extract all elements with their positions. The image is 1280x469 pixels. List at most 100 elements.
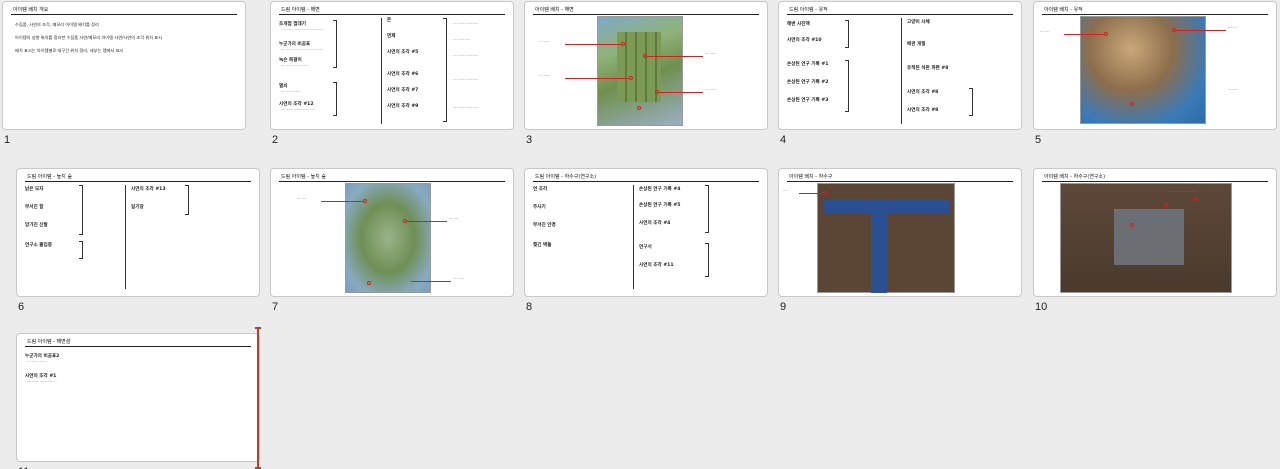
group-brace (845, 60, 849, 112)
title-rule (279, 181, 505, 182)
slide-number: 7 (272, 301, 279, 313)
slide-item: 부서진 함 (25, 205, 44, 210)
callout-label: ········ (1228, 88, 1238, 92)
group-brace (79, 185, 83, 235)
slide-item: 손상된 연구 기록 #2 (787, 80, 829, 85)
slide-text: 아이템의 성향 위치를 정리한 수집품 사연/메모리 아이템 사연/사연의 조각… (15, 35, 163, 40)
callout-line (411, 281, 451, 282)
slide-7[interactable]: 드림 아이템 - 늪지 숲 ········ ········ ········… (270, 168, 514, 313)
slide-text: 배치 표시는 아이템별로 대구간 위치 정리, 세부는 맵에서 표시 (15, 48, 124, 53)
sewer-channel-horizontal (823, 199, 949, 213)
slide-item: 해변 사진액 (787, 22, 810, 27)
slide-title: 드림 아이템 - 하수구(연구소) (535, 174, 597, 180)
slide-note: ·························· (27, 380, 57, 384)
slide-item: 사연의 조각 #5 (387, 50, 419, 55)
item-marker (367, 281, 371, 285)
callout-line (565, 78, 629, 79)
callout-line (407, 221, 447, 222)
column-divider (901, 18, 902, 124)
slide-thumbnail[interactable]: 드림 아이템 - 늪지 숲 ········ ········ ········… (270, 168, 514, 297)
slide-text: 수집품, 사연의 조각, 메모리 아이템 배치를 정리 (15, 22, 99, 27)
slide-number: 5 (1035, 134, 1042, 146)
slide-9[interactable]: 아이템 배치 - 하수구 ····· 9 (778, 168, 1022, 313)
slide-thumbnail[interactable]: 드림 아이템 - 늪지 숲 낡은 모자 부서진 함 망가진 신발 연구소 출입증… (16, 168, 260, 297)
slide-11[interactable]: 드림 아이템 - 해변섬 누군가의 비공표2 ·················… (16, 333, 260, 469)
callout-line (659, 92, 703, 93)
slide-title: 드림 아이템 - 해변 (281, 7, 320, 13)
slide-4[interactable]: 드림 아이템 - 유적 해변 사진액 사연의 조각 #10 손상된 연구 기록 … (778, 1, 1022, 146)
lab-floor (1114, 209, 1184, 265)
slide-item: 사연의 조각 #9 (387, 104, 419, 109)
callout-label: ·········· (705, 88, 717, 92)
column-divider (633, 185, 634, 289)
ruins-map-image (1080, 16, 1206, 124)
title-rule (533, 14, 759, 15)
slide-title: 드림 아이템 - 유적 (789, 7, 828, 13)
title-rule (1042, 14, 1268, 15)
slide-thumbnail[interactable]: 아이템 배치 - 하수구 ····· (778, 168, 1022, 297)
slide-title: 드림 아이템 - 해변섬 (27, 339, 71, 345)
slide-note: ······················ (453, 54, 479, 58)
slide-5[interactable]: 아이템 배치 - 유적 ········ ········ ········ 5 (1033, 1, 1277, 146)
slide-note: ······················ (453, 78, 479, 82)
item-marker (363, 199, 367, 203)
slide-item: 부서진 안경 (533, 223, 556, 228)
item-marker (823, 191, 827, 195)
swamp-map-image (345, 183, 431, 293)
slide-item: 사연의 조각 #10 (787, 38, 822, 43)
slide-item: 연구서 (639, 245, 652, 250)
slide-6[interactable]: 드림 아이템 - 늪지 숲 낡은 모자 부서진 함 망가진 신발 연구소 출입증… (16, 168, 260, 313)
slide-note: ······················ (453, 22, 479, 26)
group-brace (705, 185, 709, 233)
slide-thumbnail[interactable]: 아이템 배치 - 유적 ········ ········ ········ (1033, 1, 1277, 130)
item-marker (629, 76, 633, 80)
slide-item: 면제 (387, 34, 396, 39)
slide-number: 8 (526, 301, 533, 313)
sewer-channel-vertical (871, 213, 887, 293)
slide-thumbnail[interactable]: 드림 아이템 - 해변섬 누군가의 비공표2 ·················… (16, 333, 260, 462)
slide-item: 배관 개질 (907, 42, 926, 47)
slide-1[interactable]: 아이템 배치 개요 수집품, 사연의 조각, 메모리 아이템 배치를 정리 아이… (2, 1, 246, 146)
callout-label: ········ (297, 197, 307, 201)
title-rule (533, 181, 759, 182)
callout-line (799, 193, 823, 194)
callout-line (321, 201, 363, 202)
slide-10[interactable]: 아이템 배치 - 하수구(연구소) ········· 10 (1033, 168, 1277, 313)
slide-3[interactable]: 아이템 배치 - 해변 ·········· ·········· ······… (524, 1, 768, 146)
slide-item: 손상된 연구 기록 #1 (787, 62, 829, 67)
slide-item: 누군가의 비공표 (279, 42, 311, 47)
title-rule (25, 346, 251, 347)
slide-thumbnail[interactable]: 드림 아이템 - 유적 해변 사진액 사연의 조각 #10 손상된 연구 기록 … (778, 1, 1022, 130)
slide-item: 손상된 연구 기록 #5 (639, 203, 681, 208)
slide-item: 주사기 (533, 205, 546, 210)
slide-2[interactable]: 드림 아이템 - 해변 조개껍 껍데기 ····················… (270, 1, 514, 146)
callout-label: ········ (1228, 26, 1238, 30)
slide-thumbnail[interactable]: 드림 아이템 - 해변 조개껍 껍데기 ····················… (270, 1, 514, 130)
slide-item: 사연의 조각 #7 (387, 88, 419, 93)
slide-note: ························ (281, 64, 309, 68)
group-brace (79, 241, 83, 259)
group-brace (443, 18, 447, 122)
slide-thumbnail[interactable]: 아이템 배치 - 하수구(연구소) ········· (1033, 168, 1277, 297)
slide-title: 아이템 배치 개요 (13, 7, 49, 13)
slide-thumbnail[interactable]: 아이템 배치 개요 수집품, 사연의 조각, 메모리 아이템 배치를 정리 아이… (2, 1, 246, 130)
slide-item: 사연의 조각 #8 (907, 108, 939, 113)
slide-title: 아이템 배치 - 해변 (535, 7, 574, 13)
column-divider (125, 185, 126, 289)
slide-8[interactable]: 드림 아이템 - 하수구(연구소) 연 조각 주사기 부서진 안경 찢긴 벽돌 … (524, 168, 768, 313)
item-marker (1130, 102, 1134, 106)
title-rule (11, 14, 237, 15)
slide-item: 손상된 연구 기록 #3 (787, 98, 829, 103)
slide-number: 10 (1035, 301, 1048, 313)
callout-line (565, 44, 621, 45)
slide-item: 찢긴 벽돌 (533, 243, 552, 248)
slide-note: ······························ (281, 108, 316, 112)
slide-title: 아이템 배치 - 하수구 (789, 174, 833, 180)
slide-item: 누군가의 비공표2 (25, 354, 60, 359)
slide-item: 연구소 출입증 (25, 243, 52, 248)
callout-line (1064, 34, 1104, 35)
slide-number: 2 (272, 134, 279, 146)
slide-thumbnail[interactable]: 아이템 배치 - 해변 ·········· ·········· ······… (524, 1, 768, 130)
slide-thumbnail[interactable]: 드림 아이템 - 하수구(연구소) 연 조각 주사기 부서진 안경 찢긴 벽돌 … (524, 168, 768, 297)
item-marker (1194, 197, 1198, 201)
